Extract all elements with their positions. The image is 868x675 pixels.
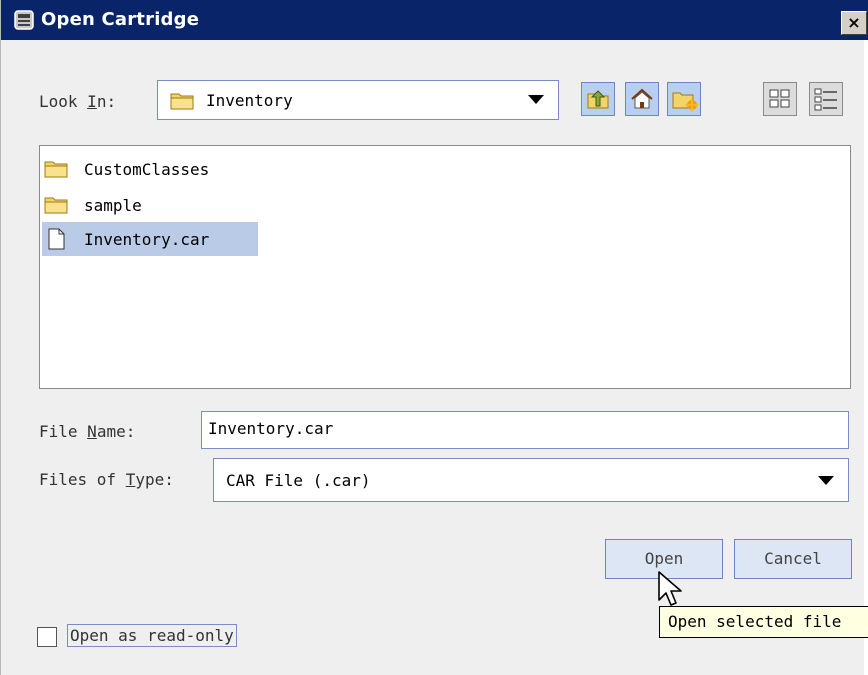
read-only-checkbox[interactable] (37, 627, 57, 647)
look-in-value: Inventory (206, 91, 293, 110)
title-bar[interactable]: Open Cartridge × (1, 0, 868, 40)
files-of-type-label: Files of Type: (39, 470, 174, 489)
read-only-label[interactable]: Open as read-only (67, 624, 237, 647)
details-view-icon (814, 88, 837, 111)
close-button[interactable]: × (841, 11, 867, 35)
list-item-inventory-car[interactable]: Inventory.car (42, 222, 258, 256)
file-name-label: File Name: (39, 422, 136, 441)
window-title: Open Cartridge (41, 9, 200, 30)
document-icon (48, 228, 65, 250)
files-of-type-value: CAR File (.car) (226, 471, 371, 490)
details-view-button[interactable] (809, 82, 843, 116)
list-item-sample[interactable]: sample (42, 188, 262, 222)
chevron-down-icon[interactable] (528, 95, 544, 104)
folder-icon (170, 93, 194, 110)
cancel-button[interactable]: Cancel (734, 539, 852, 579)
file-name-field[interactable] (201, 411, 849, 449)
list-view-icon (769, 89, 790, 108)
up-folder-icon (587, 90, 609, 109)
new-folder-button[interactable] (667, 82, 701, 116)
file-name-label: sample (84, 196, 142, 215)
file-name-input[interactable] (208, 419, 828, 438)
mouse-pointer-icon (658, 571, 682, 606)
new-folder-icon (672, 92, 699, 112)
home-button[interactable] (625, 82, 659, 116)
up-one-level-button[interactable] (581, 82, 615, 116)
file-name-label: Inventory.car (84, 230, 210, 249)
close-icon: × (847, 13, 861, 32)
open-cartridge-dialog: Open Cartridge × Look In: Inventory Cust… (0, 0, 868, 675)
file-name-label: CustomClasses (84, 160, 210, 179)
list-view-button[interactable] (763, 82, 797, 116)
home-icon (631, 88, 653, 109)
folder-icon (44, 197, 68, 214)
chevron-down-icon[interactable] (818, 476, 834, 485)
file-list[interactable]: CustomClasses sample Inventory.car (39, 145, 851, 389)
folder-icon (44, 161, 68, 178)
files-of-type-select[interactable]: CAR File (.car) (213, 458, 849, 502)
look-in-combo[interactable]: Inventory (157, 80, 559, 120)
cartridge-icon (14, 10, 34, 30)
tooltip: Open selected file (659, 606, 868, 638)
look-in-label: Look In: (39, 92, 117, 111)
list-item-customclasses[interactable]: CustomClasses (42, 152, 262, 186)
